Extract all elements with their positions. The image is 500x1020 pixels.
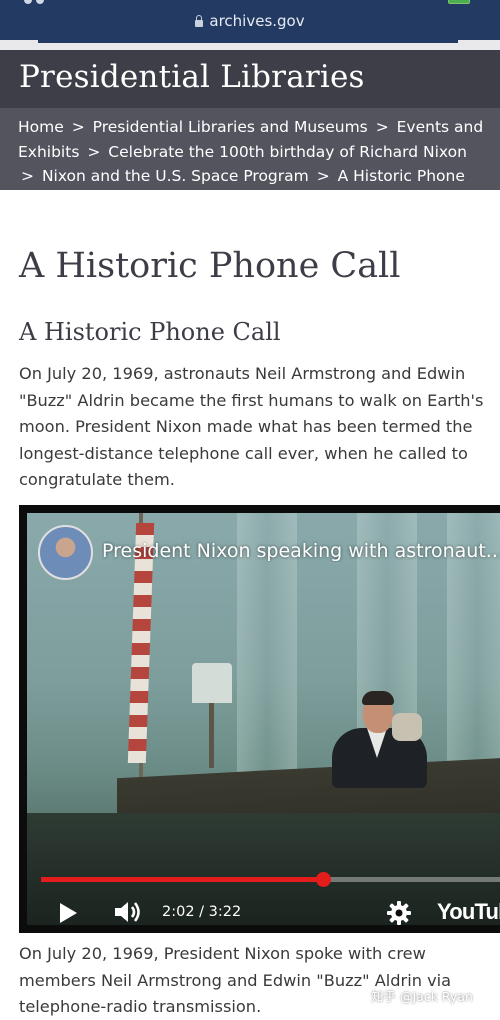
status-dot: [36, 0, 44, 4]
status-bar: [0, 0, 500, 6]
play-icon[interactable]: [60, 903, 77, 923]
telephone-image: [392, 713, 422, 741]
video-frame[interactable]: President Nixon speaking with astronaut.…: [27, 513, 500, 925]
video-controls: 2:02 / 3:22 YouTube: [27, 891, 500, 925]
breadcrumb-home[interactable]: Home: [18, 118, 64, 136]
battery-icon: [448, 0, 470, 4]
lamp-image: [192, 663, 232, 703]
breadcrumb-separator: >: [316, 167, 330, 185]
browser-address-bar: archives.gov: [0, 0, 500, 50]
video-progress-fill: [41, 877, 324, 882]
channel-avatar[interactable]: [38, 525, 93, 580]
youtube-logo[interactable]: YouTube: [437, 899, 500, 925]
status-dot: [24, 0, 32, 4]
gear-icon[interactable]: [386, 900, 412, 925]
video-time: 2:02 / 3:22: [162, 904, 242, 920]
video-progress-bar[interactable]: [41, 872, 500, 887]
video-title[interactable]: President Nixon speaking with astronaut.…: [102, 540, 500, 562]
intro-paragraph: On July 20, 1969, astronauts Neil Armstr…: [19, 364, 484, 489]
video-scrubber-handle[interactable]: [315, 872, 331, 887]
breadcrumb: Home > Presidential Libraries and Museum…: [0, 108, 500, 210]
site-title[interactable]: Presidential Libraries: [19, 59, 365, 95]
breadcrumb-nixon-birthday[interactable]: Celebrate the 100th birthday of Richard …: [108, 143, 467, 161]
url-field[interactable]: archives.gov: [0, 12, 500, 30]
volume-icon[interactable]: [113, 899, 143, 925]
url-text: archives.gov: [209, 12, 305, 30]
site-header: Presidential Libraries: [0, 50, 500, 108]
breadcrumb-separator: >: [21, 167, 34, 185]
breadcrumb-separator: >: [71, 118, 85, 136]
page-title: A Historic Phone Call: [19, 246, 401, 286]
video-caption: On July 20, 1969, President Nixon spoke …: [19, 944, 452, 1016]
section-title: A Historic Phone Call: [19, 318, 281, 346]
watermark: 知乎 @Jack Ryan: [371, 989, 473, 1004]
toolbar-divider: [0, 40, 500, 50]
breadcrumb-separator: >: [375, 118, 389, 136]
video-player[interactable]: President Nixon speaking with astronaut.…: [19, 505, 500, 933]
breadcrumb-space-program[interactable]: Nixon and the U.S. Space Program: [42, 167, 309, 185]
breadcrumb-presidential-libraries[interactable]: Presidential Libraries and Museums: [93, 118, 368, 136]
lock-icon: [195, 15, 204, 27]
breadcrumb-separator: >: [87, 142, 101, 161]
